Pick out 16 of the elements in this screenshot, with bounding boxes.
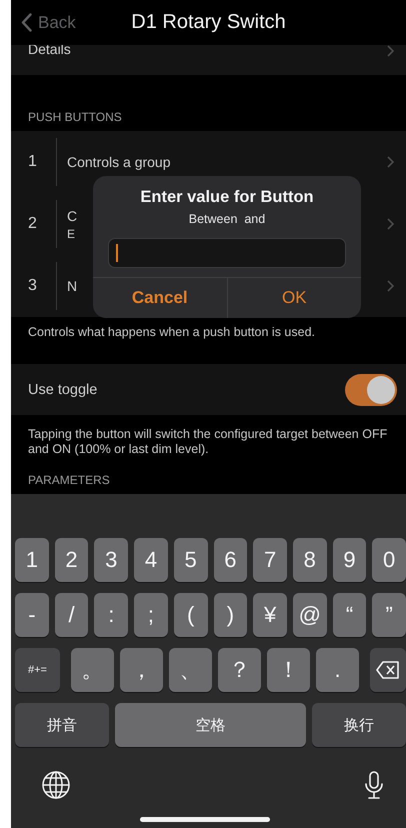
row-title: Controls a group: [67, 154, 171, 170]
screen-title: D1 Rotary Switch: [131, 11, 286, 34]
row-subtitle: E: [67, 226, 76, 240]
section-header: PUSH BUTTONS: [27, 109, 123, 126]
dialog-title: Enter value for Button: [140, 188, 314, 207]
section-header: PARAMETERS: [27, 472, 111, 487]
section-footer: Controls what happens when a push button is used.: [11, 317, 406, 340]
dialog-message: Between and: [188, 212, 266, 226]
toggle-label: Use toggle: [28, 382, 98, 398]
row-number: 1: [28, 153, 38, 171]
section-footer: Tapping the button will switch the configured target between OFF and ON (100% or last dim level).: [11, 419, 406, 457]
back-label: Back: [38, 12, 76, 32]
row-title: N: [67, 278, 78, 294]
row-number: 3: [28, 277, 38, 295]
row-title: C: [67, 208, 78, 224]
row-number: 2: [28, 215, 38, 233]
